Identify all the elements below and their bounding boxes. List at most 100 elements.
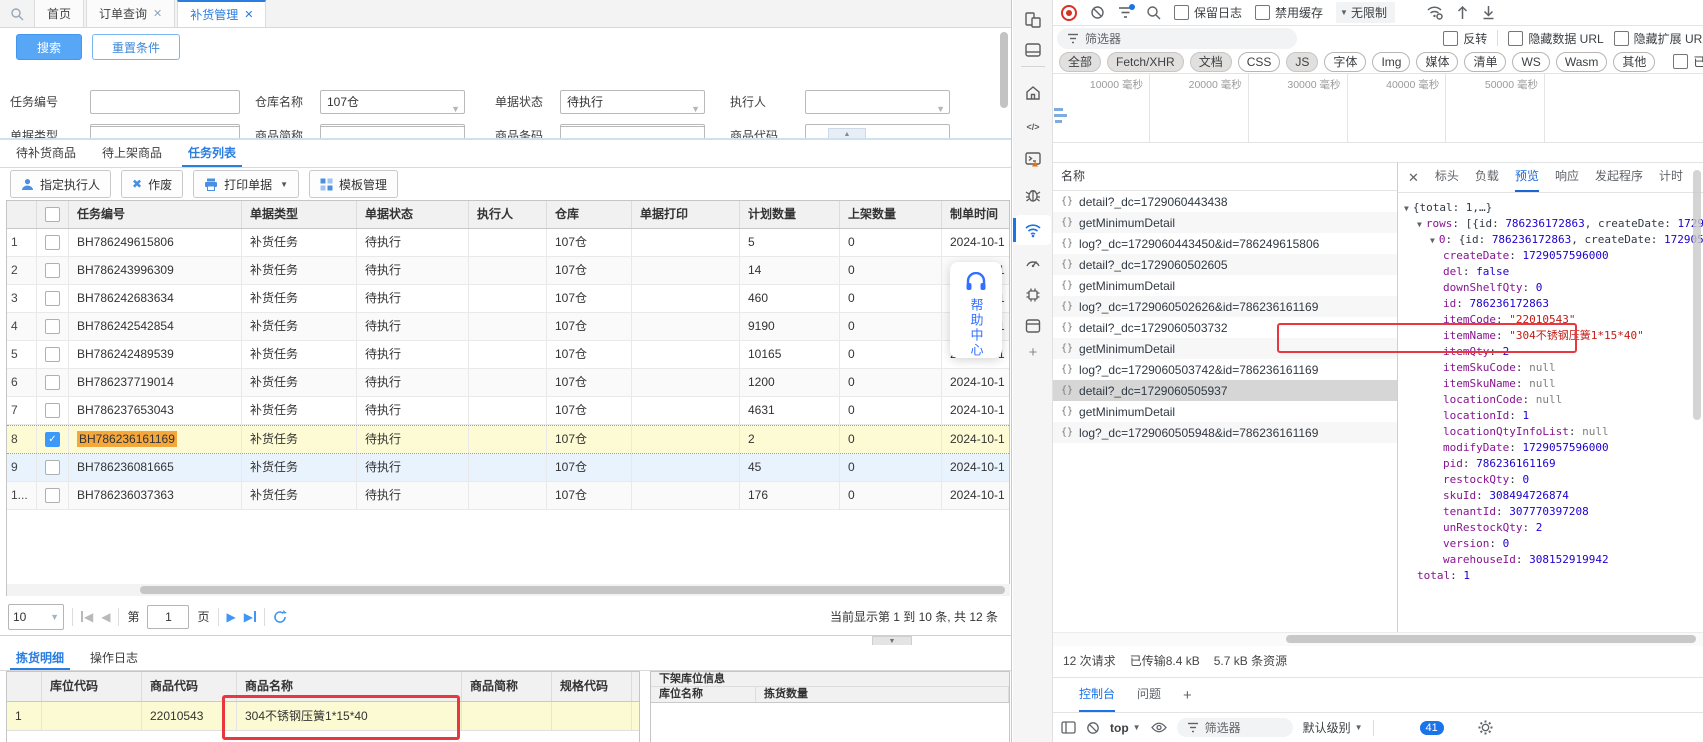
type-chip-2[interactable]: 文档 xyxy=(1190,52,1232,72)
json-preview-tree[interactable]: ▼{total: 1,…}▼rows: [{id: 786236172863, … xyxy=(1398,192,1703,633)
detail-tab-负载[interactable]: 负载 xyxy=(1475,163,1499,192)
table-row[interactable]: 1...BH786236037363补货任务待执行107仓17602024-10… xyxy=(7,482,1009,510)
request-row[interactable]: {}getMinimumDetail xyxy=(1053,212,1397,233)
blocked-cookies-checkbox[interactable]: 已阻止的响应 Cookie xyxy=(1673,53,1703,70)
invert-checkbox[interactable]: 反转 xyxy=(1443,30,1487,47)
json-line[interactable]: createDate: 1729057596000 xyxy=(1443,248,1609,264)
first-page-button[interactable]: ◀ xyxy=(81,610,93,624)
table-horizontal-scrollbar[interactable] xyxy=(7,584,1010,596)
request-row[interactable]: {}detail?_dc=1729060505937 xyxy=(1053,380,1397,401)
disclosure-triangle-icon[interactable]: ▼ xyxy=(1417,220,1422,229)
column-header-7[interactable]: 上架数量 xyxy=(840,201,942,228)
more-tools-icon[interactable]: + xyxy=(1024,344,1042,362)
type-chip-5[interactable]: 字体 xyxy=(1324,52,1366,72)
json-line[interactable]: ▼rows: [{id: 786236172863, createDate: 1… xyxy=(1417,216,1703,232)
memory-icon[interactable] xyxy=(1024,286,1042,304)
pick-column-header-3[interactable]: 商品简称 xyxy=(462,672,552,701)
checkbox-icon[interactable] xyxy=(45,235,60,250)
filter-select-3[interactable]: ▼ xyxy=(805,90,950,114)
checkbox-icon[interactable] xyxy=(45,488,60,503)
filter-input-partial[interactable] xyxy=(90,126,240,140)
live-expression-icon[interactable] xyxy=(1151,722,1167,733)
dock-panel-icon[interactable] xyxy=(1024,41,1042,59)
type-chip-6[interactable]: Img xyxy=(1372,52,1410,72)
json-line[interactable]: del: false xyxy=(1443,264,1509,280)
detail-tab-1[interactable]: 操作日志 xyxy=(84,645,144,670)
checkbox-icon[interactable] xyxy=(45,207,60,222)
network-filter-input[interactable]: 筛选器 xyxy=(1057,28,1297,49)
elements-icon[interactable]: </> xyxy=(1024,118,1042,136)
request-row[interactable]: {}log?_dc=1729060505948&id=786236161169 xyxy=(1053,422,1397,443)
close-icon[interactable]: ✕ xyxy=(1408,170,1419,186)
section-tab-2[interactable]: 任务列表 xyxy=(182,140,242,167)
application-icon[interactable] xyxy=(1024,317,1042,335)
performance-icon[interactable] xyxy=(1024,253,1042,271)
shelf-col-pick-qty[interactable]: 拣货数量 xyxy=(756,687,1009,702)
json-line[interactable]: itemSkuName: null xyxy=(1443,376,1556,392)
checkbox-icon[interactable] xyxy=(45,263,60,278)
checkbox-icon[interactable]: ✓ xyxy=(45,432,60,447)
checkbox-icon[interactable] xyxy=(45,375,60,390)
detail-tab-标头[interactable]: 标头 xyxy=(1435,163,1459,192)
type-chip-0[interactable]: 全部 xyxy=(1059,52,1101,72)
json-line[interactable]: unRestockQty: 2 xyxy=(1443,520,1542,536)
json-line[interactable]: modifyDate: 1729057596000 xyxy=(1443,440,1609,456)
network-icon[interactable] xyxy=(1024,221,1042,239)
filter-input-0[interactable] xyxy=(90,90,240,114)
detail-tab-响应[interactable]: 响应 xyxy=(1555,163,1579,192)
row-checkbox[interactable] xyxy=(37,341,69,368)
window-tab-1[interactable]: 订单查询✕ xyxy=(86,0,175,27)
table-row[interactable]: 1BH786249615806补货任务待执行107仓502024-10-1 xyxy=(7,229,1009,257)
toolbar-button-0[interactable]: 指定执行人 xyxy=(10,170,111,198)
json-line[interactable]: warehouseId: 308152919942 xyxy=(1443,552,1609,568)
type-chip-8[interactable]: 清单 xyxy=(1464,52,1506,72)
device-toolbar-icon[interactable] xyxy=(1024,11,1042,29)
window-tab-2[interactable]: 补货管理✕ xyxy=(177,0,266,27)
table-row[interactable]: 6BH786237719014补货任务待执行107仓120002024-10-1 xyxy=(7,369,1009,397)
execution-context-select[interactable]: top▼ xyxy=(1110,721,1141,735)
table-row[interactable]: 8✓BH786236161169补货任务待执行107仓202024-10-1 xyxy=(7,425,1009,454)
section-tab-1[interactable]: 待上架商品 xyxy=(96,140,168,167)
column-header-3[interactable]: 执行人 xyxy=(469,201,547,228)
filter-icon[interactable] xyxy=(1118,6,1133,19)
drawer-tab-0[interactable]: 控制台 xyxy=(1079,678,1115,712)
request-row[interactable]: {}getMinimumDetail xyxy=(1053,401,1397,422)
type-chip-3[interactable]: CSS xyxy=(1238,52,1281,72)
network-horizontal-scrollbar[interactable] xyxy=(1053,632,1703,646)
json-line[interactable]: total: 1 xyxy=(1417,568,1470,584)
page-size-select[interactable]: 10▼ xyxy=(8,604,64,630)
request-row[interactable]: {}detail?_dc=1729060443438 xyxy=(1053,191,1397,212)
network-search-icon[interactable] xyxy=(1146,5,1161,20)
detail-tab-0[interactable]: 拣货明细 xyxy=(10,645,70,670)
table-row[interactable]: 7BH786237653043补货任务待执行107仓463102024-10-1 xyxy=(7,397,1009,425)
json-line[interactable]: tenantId: 307770397208 xyxy=(1443,504,1589,520)
column-header-0[interactable]: 任务编号 xyxy=(69,201,242,228)
search-icon[interactable] xyxy=(0,0,34,27)
request-row[interactable]: {}getMinimumDetail xyxy=(1053,275,1397,296)
header-select-all[interactable] xyxy=(37,201,69,228)
checkbox-icon[interactable] xyxy=(45,291,60,306)
detail-tab-计时[interactable]: 计时 xyxy=(1659,163,1683,192)
log-level-select[interactable]: 默认级别▼ xyxy=(1303,719,1363,736)
export-har-icon[interactable] xyxy=(1482,5,1495,20)
row-checkbox[interactable] xyxy=(37,397,69,424)
section-tab-0[interactable]: 待补货商品 xyxy=(10,140,82,167)
search-button[interactable]: 搜索 xyxy=(16,34,82,60)
table-row[interactable]: 3BH786242683634补货任务待执行107仓46002024-10-1 xyxy=(7,285,1009,313)
json-line[interactable]: ▼{total: 1,…} xyxy=(1404,200,1492,216)
pick-column-header-4[interactable]: 规格代码 xyxy=(552,672,632,701)
reset-conditions-button[interactable]: 重置条件 xyxy=(92,34,180,60)
record-icon[interactable] xyxy=(1061,5,1077,21)
request-name-column-header[interactable]: 名称 xyxy=(1053,163,1397,191)
console-icon[interactable] xyxy=(1024,150,1042,168)
detail-tab-发起程序[interactable]: 发起程序 xyxy=(1595,163,1643,192)
json-line[interactable]: downShelfQty: 0 xyxy=(1443,280,1542,296)
type-chip-10[interactable]: Wasm xyxy=(1556,52,1608,72)
page-number-input[interactable]: 1 xyxy=(147,605,189,629)
filter-scrollbar[interactable] xyxy=(1000,30,1009,112)
row-checkbox[interactable]: ✓ xyxy=(37,426,69,453)
toolbar-button-2[interactable]: 打印单据▼ xyxy=(193,170,299,198)
disclosure-triangle-icon[interactable]: ▼ xyxy=(1430,236,1435,245)
checkbox-icon[interactable] xyxy=(45,460,60,475)
type-chip-4[interactable]: JS xyxy=(1286,52,1318,72)
